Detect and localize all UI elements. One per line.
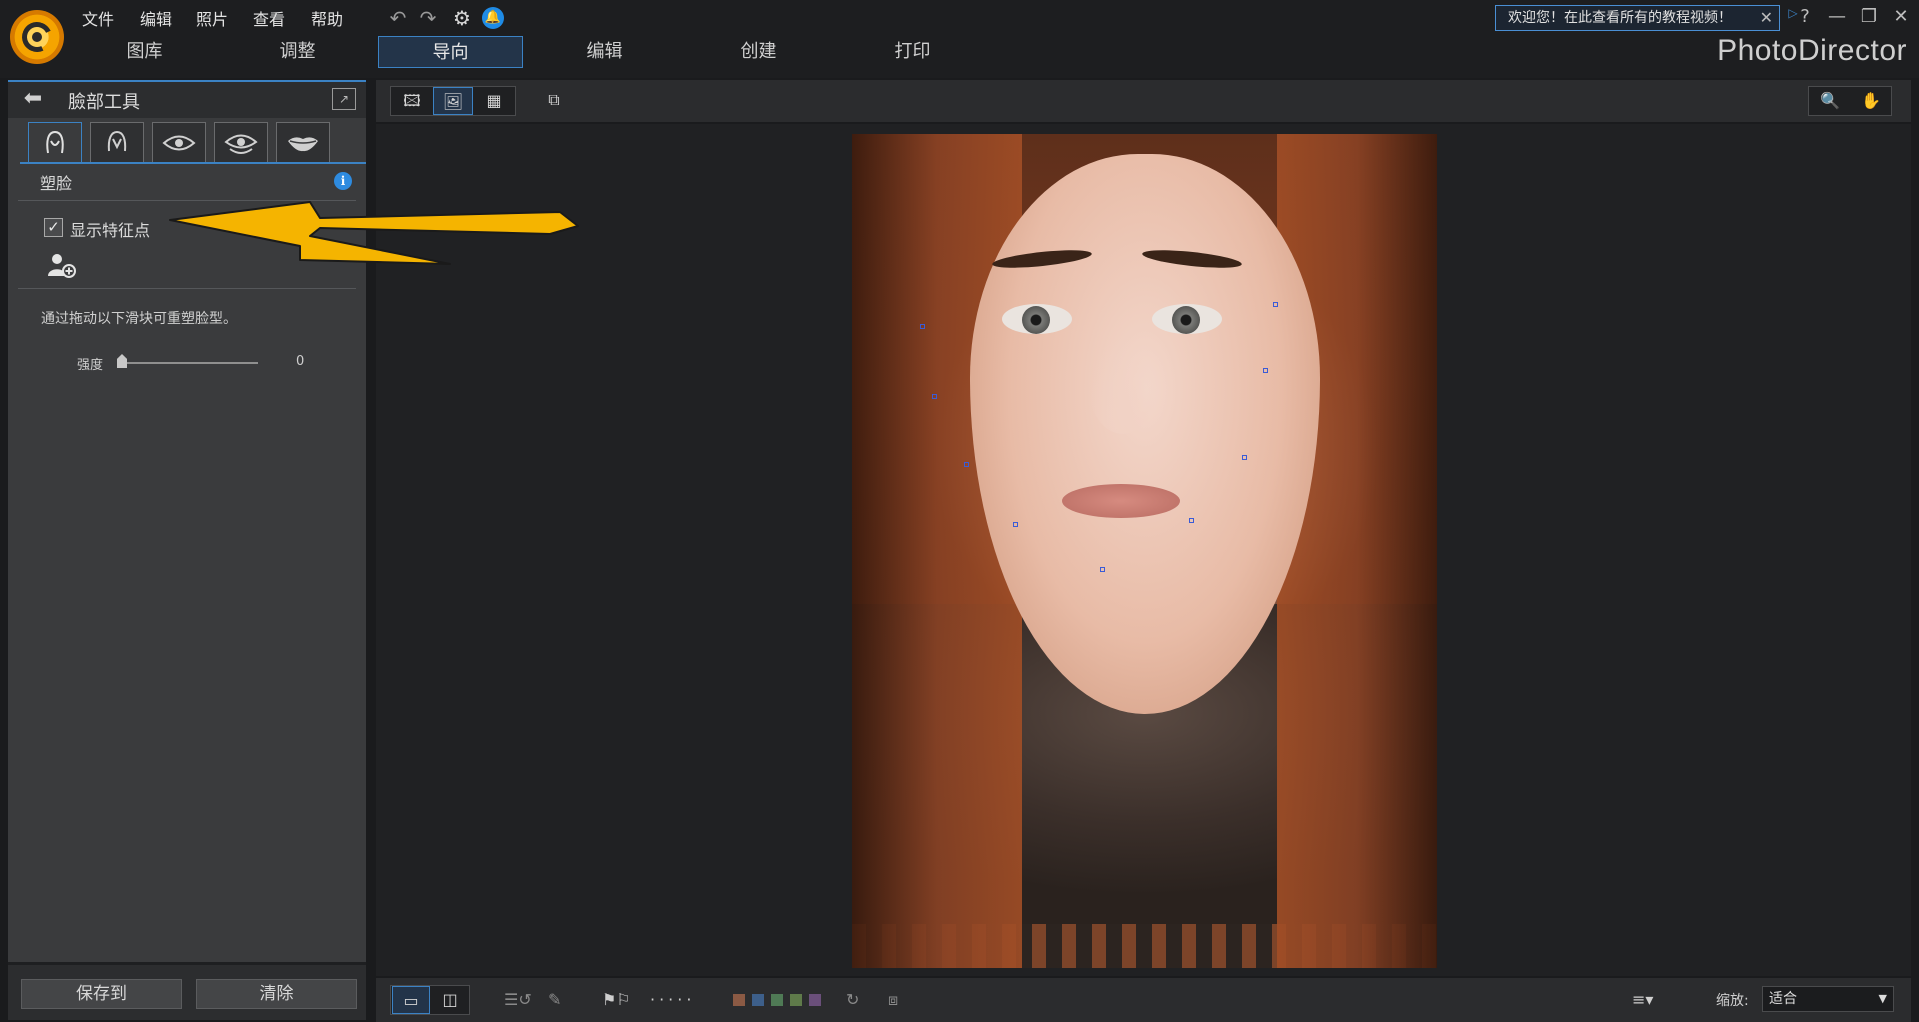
clear-button[interactable]: 清除	[196, 979, 357, 1009]
settings-gear-icon[interactable]: ⚙	[450, 6, 474, 30]
save-to-button[interactable]: 保存到	[21, 979, 182, 1009]
undo-icon[interactable]: ↶	[386, 6, 410, 30]
restore-button[interactable]: ❐	[1857, 6, 1881, 27]
zoom-value: 适合	[1769, 991, 1797, 1007]
compare-view-group: ▭ ◫	[390, 985, 470, 1015]
section-title: 塑脸	[40, 174, 73, 193]
tab-create[interactable]: 创建	[686, 36, 831, 68]
face-shape-icon[interactable]	[28, 122, 82, 162]
annotation-arrow	[169, 201, 579, 265]
single-view-icon[interactable]: 🖼	[433, 87, 473, 115]
flag-icon[interactable]: ⚑⚐	[602, 988, 631, 1012]
color-label-purple[interactable]	[809, 994, 821, 1006]
color-label-red[interactable]	[733, 994, 745, 1006]
tab-guided[interactable]: 导向	[378, 36, 523, 68]
single-compare-icon[interactable]: ▭	[392, 986, 430, 1014]
photo-canvas[interactable]	[376, 124, 1911, 976]
strength-value: 0	[296, 354, 305, 369]
info-icon[interactable]: i	[334, 172, 352, 190]
show-landmarks-checkbox[interactable]: ✓	[44, 218, 63, 237]
grid-view-icon[interactable]: ▦	[474, 87, 514, 115]
bottom-toolbar: ▭ ◫ ☰↺ ✎ ⚑⚐ ····· ↻ ⧈ ≡▾ 缩放: 适合 ▼	[376, 978, 1911, 1022]
color-label-olive[interactable]	[790, 994, 802, 1006]
hand-pan-icon[interactable]: ✋	[1851, 87, 1891, 115]
landmark-point[interactable]	[920, 324, 925, 329]
landmark-point[interactable]	[1273, 302, 1278, 307]
help-button[interactable]: ?	[1793, 6, 1817, 27]
landmark-point[interactable]	[1189, 518, 1194, 523]
crop-warning-icon[interactable]: ⧈	[888, 988, 898, 1012]
chevron-down-icon[interactable]: ▼	[1879, 987, 1887, 1011]
add-face-icon[interactable]	[46, 252, 76, 278]
title-bar: 文件 编辑 照片 查看 帮助 ↶ ↷ ⚙ 🔔 图库 调整 导向 编辑 创建 打印…	[0, 0, 1919, 78]
hair-right	[1277, 134, 1437, 968]
right-eye	[1152, 304, 1222, 334]
minimize-button[interactable]: —	[1825, 6, 1849, 27]
app-logo	[10, 10, 64, 64]
panel-title: 臉部工具	[68, 92, 140, 113]
reshape-hint-text: 通过拖动以下滑块可重塑脸型。	[41, 311, 237, 327]
eye-bag-icon[interactable]	[214, 122, 268, 162]
nose	[1088, 334, 1158, 434]
menu-photo[interactable]: 照片	[196, 6, 228, 30]
stack-icon[interactable]: ☰↺	[504, 988, 532, 1012]
view-mode-group: 🖾 🖼 ▦	[390, 86, 516, 116]
strength-label: 强度	[77, 358, 104, 373]
close-icon[interactable]: ✕	[1760, 6, 1773, 30]
sort-menu-icon[interactable]: ≡▾	[1632, 988, 1653, 1012]
strength-slider-thumb[interactable]	[117, 354, 127, 368]
brush-icon[interactable]: ✎	[548, 988, 561, 1012]
swap-layout-icon[interactable]: ⧉	[534, 86, 574, 114]
landmark-point[interactable]	[964, 462, 969, 467]
lips-icon[interactable]	[276, 122, 330, 162]
zoom-label: 缩放:	[1716, 993, 1749, 1009]
tab-edit[interactable]: 编辑	[532, 36, 677, 68]
color-label-green[interactable]	[771, 994, 783, 1006]
eye-icon[interactable]	[152, 122, 206, 162]
rotate-icon[interactable]: ↻	[846, 988, 859, 1012]
landmark-point[interactable]	[1100, 567, 1105, 572]
portrait-photo[interactable]	[852, 134, 1437, 968]
rating-dots[interactable]: ·····	[650, 988, 695, 1012]
panel-header: ⬅ 臉部工具 ↗	[8, 82, 366, 118]
menu-help[interactable]: 帮助	[311, 6, 343, 30]
brand-name: PhotoDirector	[1717, 34, 1907, 67]
viewer-toolbar: 🖾 🖼 ▦ ⧉ 🔍 ✋	[376, 80, 1911, 122]
lips	[1062, 484, 1180, 518]
navigation-tools-group: 🔍 ✋	[1808, 86, 1892, 116]
divider	[18, 288, 356, 289]
color-label-blue[interactable]	[752, 994, 764, 1006]
tab-library[interactable]: 图库	[72, 36, 217, 68]
filmstrip-view-icon[interactable]: 🖾	[392, 87, 432, 115]
menu-view[interactable]: 查看	[253, 6, 285, 30]
redo-icon[interactable]: ↷	[416, 6, 440, 30]
tab-adjust[interactable]: 调整	[225, 36, 370, 68]
landmark-point[interactable]	[932, 394, 937, 399]
skin-icon[interactable]	[90, 122, 144, 162]
side-by-side-icon[interactable]: ◫	[431, 986, 469, 1014]
menu-file[interactable]: 文件	[82, 6, 114, 30]
close-window-button[interactable]: ✕	[1889, 6, 1913, 27]
zoom-select[interactable]: 适合 ▼	[1762, 986, 1894, 1012]
notification-bell-icon[interactable]: 🔔	[482, 7, 504, 29]
welcome-banner[interactable]: 欢迎您！在此查看所有的教程视频！ ✕	[1495, 5, 1780, 31]
landmark-point[interactable]	[1013, 522, 1018, 527]
face-tool-tabs	[20, 122, 366, 164]
zoom-magnifier-icon[interactable]: 🔍	[1810, 87, 1850, 115]
panel-footer: 保存到 清除	[8, 962, 366, 1020]
landmark-point[interactable]	[1242, 455, 1247, 460]
popout-icon[interactable]: ↗	[332, 88, 356, 110]
welcome-text[interactable]: 欢迎您！在此查看所有的教程视频！	[1508, 10, 1732, 26]
tab-print[interactable]: 打印	[840, 36, 985, 68]
menu-edit[interactable]: 编辑	[140, 6, 172, 30]
strength-slider[interactable]	[122, 362, 258, 364]
back-arrow-icon[interactable]: ⬅	[16, 88, 50, 112]
landmark-point[interactable]	[1263, 368, 1268, 373]
show-landmarks-label: 显示特征点	[70, 221, 151, 240]
left-eye	[1002, 304, 1072, 334]
